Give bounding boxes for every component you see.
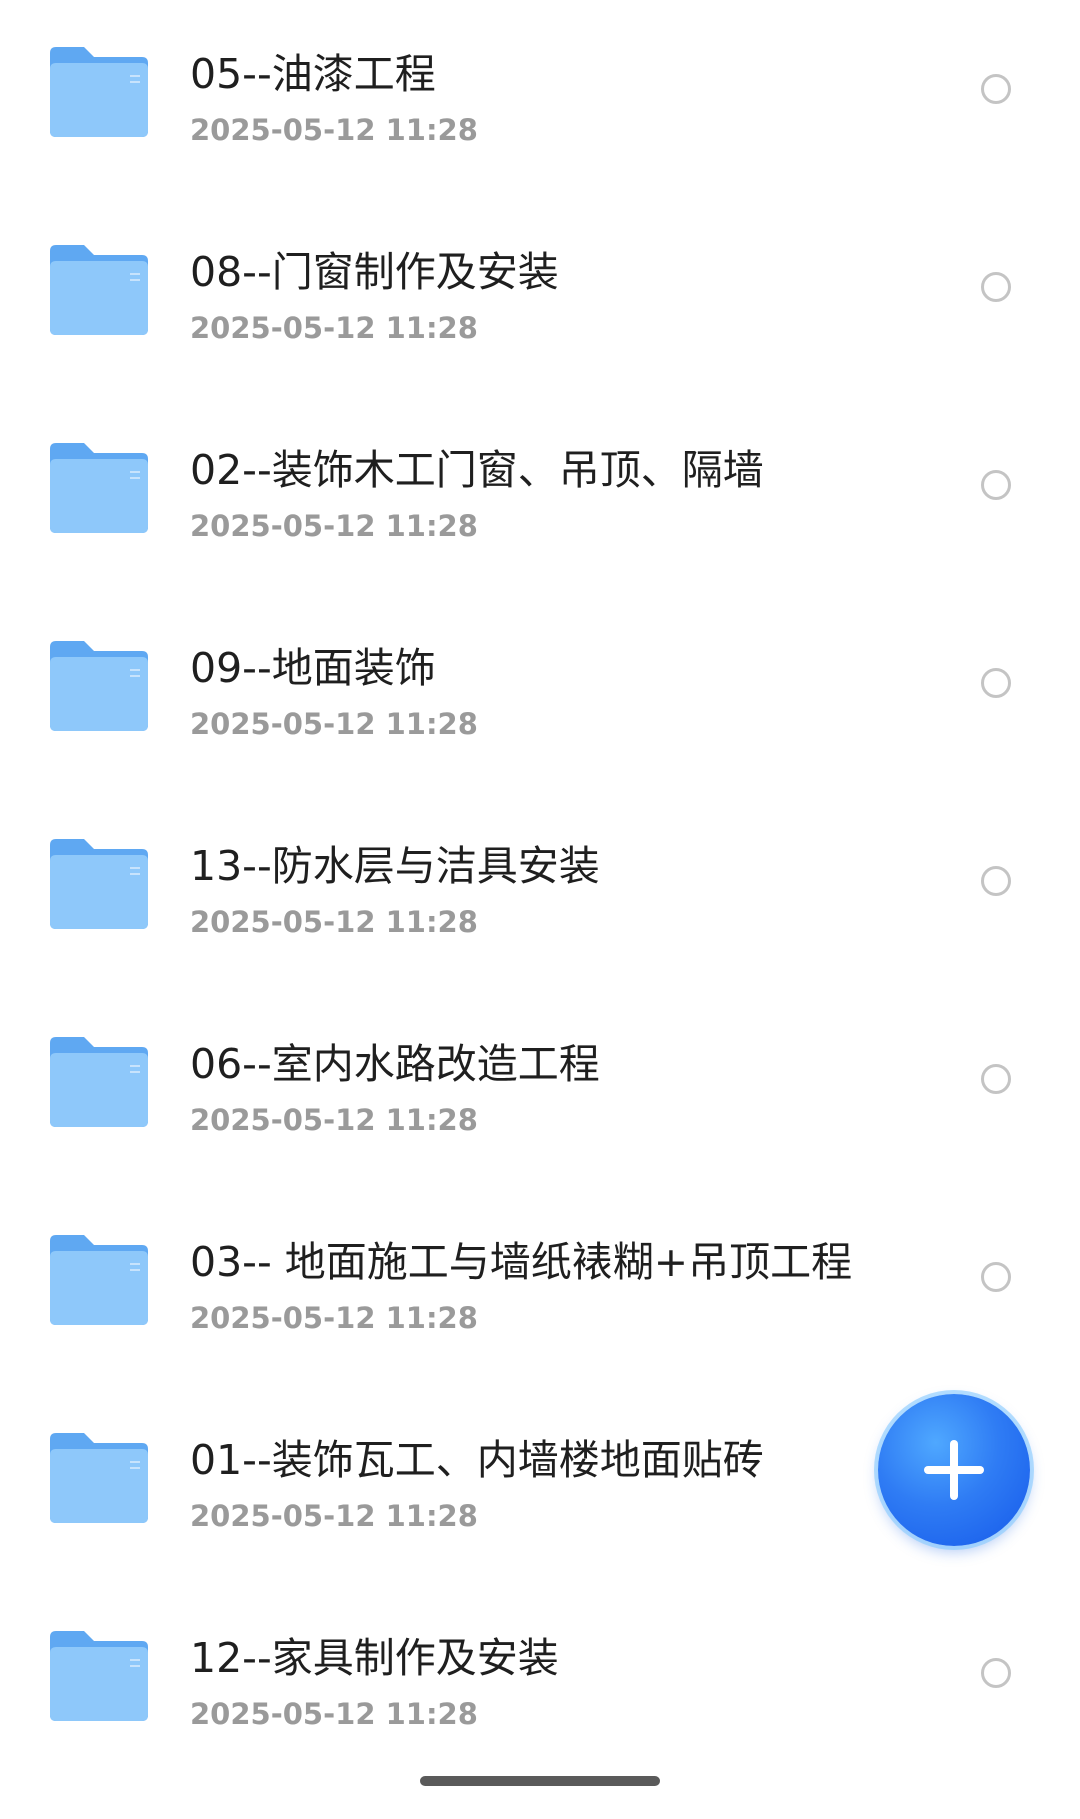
file-date: 2025-05-12 11:28 [190, 1103, 478, 1137]
file-date: 2025-05-12 11:28 [190, 113, 478, 147]
file-name: 12--家具制作及安装 [190, 1634, 559, 1682]
plus-icon-vertical [950, 1440, 958, 1500]
home-indicator[interactable] [420, 1776, 660, 1786]
folder-icon [50, 245, 148, 335]
folder-icon [50, 839, 148, 929]
folder-icon [50, 443, 148, 533]
file-row[interactable]: 09--地面装饰 2025-05-12 11:28 [0, 594, 1080, 792]
file-date: 2025-05-12 11:28 [190, 311, 478, 345]
folder-icon [50, 1037, 148, 1127]
file-name: 01--装饰瓦工、内墙楼地面贴砖 [190, 1436, 764, 1484]
file-name: 02--装饰木工门窗、吊顶、隔墙 [190, 446, 764, 494]
radio-unchecked-icon[interactable] [981, 74, 1011, 104]
folder-icon [50, 1631, 148, 1721]
radio-unchecked-icon[interactable] [981, 470, 1011, 500]
radio-unchecked-icon[interactable] [981, 272, 1011, 302]
folder-icon [50, 641, 148, 731]
radio-unchecked-icon[interactable] [981, 866, 1011, 896]
file-date: 2025-05-12 11:28 [190, 707, 478, 741]
file-date: 2025-05-12 11:28 [190, 1499, 478, 1533]
file-date: 2025-05-12 11:28 [190, 1301, 478, 1335]
add-button[interactable] [878, 1394, 1030, 1546]
file-row[interactable]: 08--门窗制作及安装 2025-05-12 11:28 [0, 198, 1080, 396]
file-row[interactable]: 05--油漆工程 2025-05-12 11:28 [0, 0, 1080, 198]
file-row[interactable]: 02--装饰木工门窗、吊顶、隔墙 2025-05-12 11:28 [0, 396, 1080, 594]
file-name: 13--防水层与洁具安装 [190, 842, 600, 890]
file-name: 05--油漆工程 [190, 50, 436, 98]
folder-icon [50, 1433, 148, 1523]
folder-icon [50, 1235, 148, 1325]
file-row[interactable]: 03-- 地面施工与墙纸裱糊+吊顶工程 2025-05-12 11:28 [0, 1188, 1080, 1386]
file-row[interactable]: 12--家具制作及安装 2025-05-12 11:28 [0, 1584, 1080, 1744]
file-row[interactable]: 13--防水层与洁具安装 2025-05-12 11:28 [0, 792, 1080, 990]
file-row[interactable]: 06--室内水路改造工程 2025-05-12 11:28 [0, 990, 1080, 1188]
file-name: 09--地面装饰 [190, 644, 436, 692]
radio-unchecked-icon[interactable] [981, 668, 1011, 698]
file-name: 08--门窗制作及安装 [190, 248, 559, 296]
file-date: 2025-05-12 11:28 [190, 905, 478, 939]
file-date: 2025-05-12 11:28 [190, 1697, 478, 1731]
radio-unchecked-icon[interactable] [981, 1658, 1011, 1688]
file-name: 06--室内水路改造工程 [190, 1040, 600, 1088]
radio-unchecked-icon[interactable] [981, 1064, 1011, 1094]
folder-icon [50, 47, 148, 137]
radio-unchecked-icon[interactable] [981, 1262, 1011, 1292]
file-date: 2025-05-12 11:28 [190, 509, 478, 543]
file-name: 03-- 地面施工与墙纸裱糊+吊顶工程 [190, 1238, 853, 1286]
